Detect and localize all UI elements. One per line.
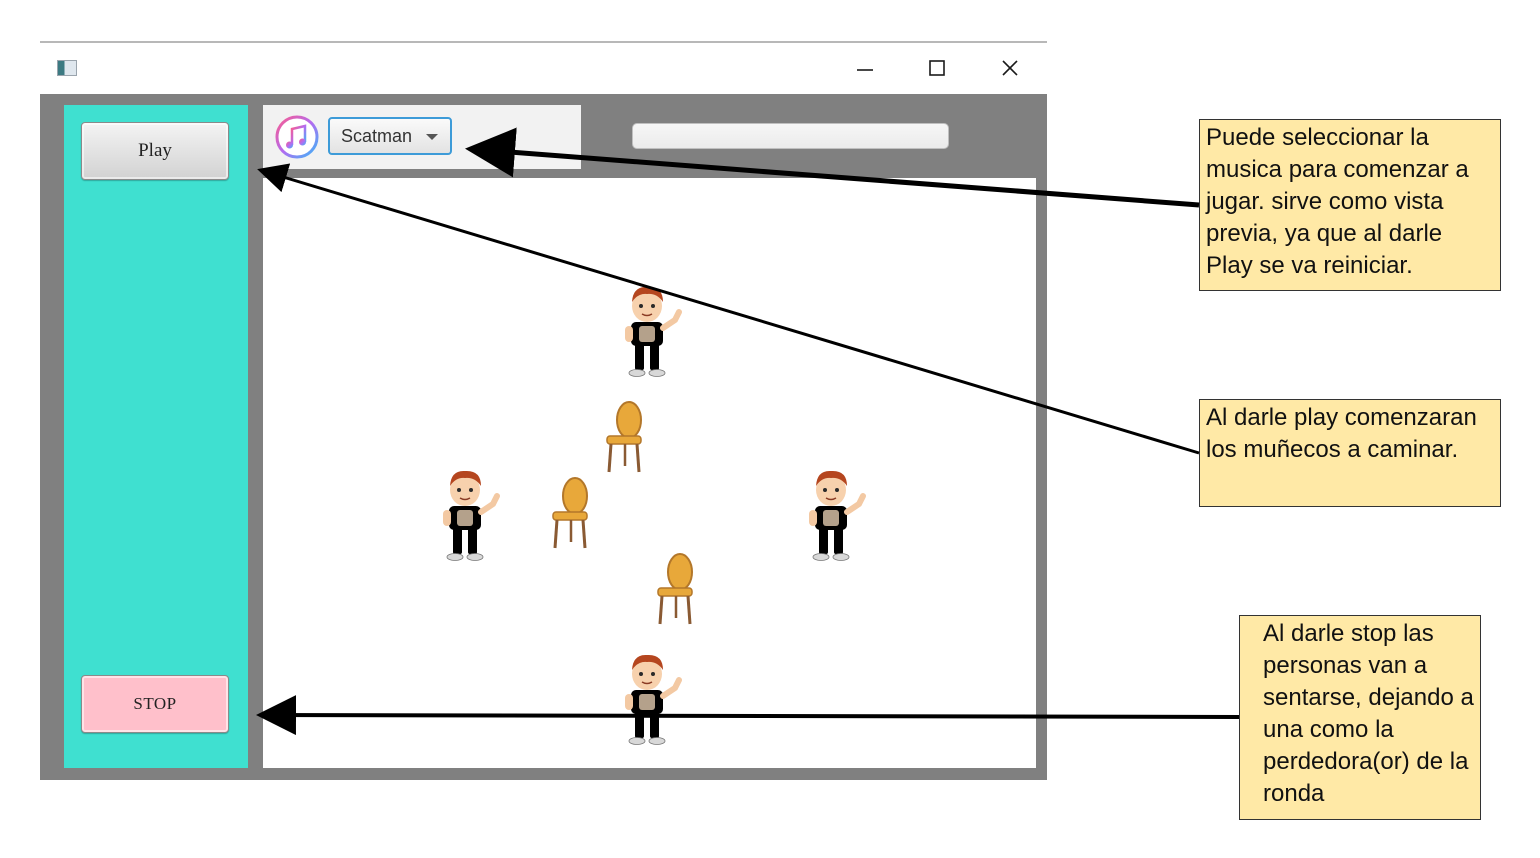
minimize-button[interactable]	[842, 53, 888, 83]
player-boy-bottom	[623, 650, 683, 748]
chevron-down-icon	[426, 134, 438, 140]
close-button[interactable]	[987, 53, 1033, 83]
song-select[interactable]: Scatman	[328, 117, 452, 155]
chair-top	[605, 400, 643, 474]
progress-bar	[632, 123, 949, 149]
maximize-icon	[929, 60, 945, 76]
app-window: Play STOP Scatman	[40, 41, 1047, 780]
sidebar: Play STOP	[64, 105, 248, 768]
title-bar	[40, 43, 1047, 94]
stop-button[interactable]: STOP	[81, 675, 229, 733]
music-toolbar: Scatman	[263, 105, 581, 169]
minimize-icon	[857, 69, 873, 71]
annotation-music-select: Puede seleccionar la musica para comenza…	[1199, 119, 1501, 291]
player-boy-right	[807, 466, 867, 564]
music-note-icon	[275, 115, 319, 159]
app-icon	[57, 60, 77, 76]
annotation-play: Al darle play comenzaran los muñecos a c…	[1199, 399, 1501, 507]
close-icon	[1002, 60, 1018, 76]
chair-bottom	[656, 552, 694, 626]
song-select-value: Scatman	[341, 125, 413, 146]
play-button[interactable]: Play	[81, 122, 229, 180]
game-stage	[263, 178, 1036, 768]
player-boy-left	[441, 466, 501, 564]
annotation-stop: Al darle stop las personas van a sentars…	[1239, 615, 1481, 820]
chair-left	[551, 476, 589, 550]
player-boy-top	[623, 282, 683, 380]
maximize-button[interactable]	[914, 53, 960, 83]
